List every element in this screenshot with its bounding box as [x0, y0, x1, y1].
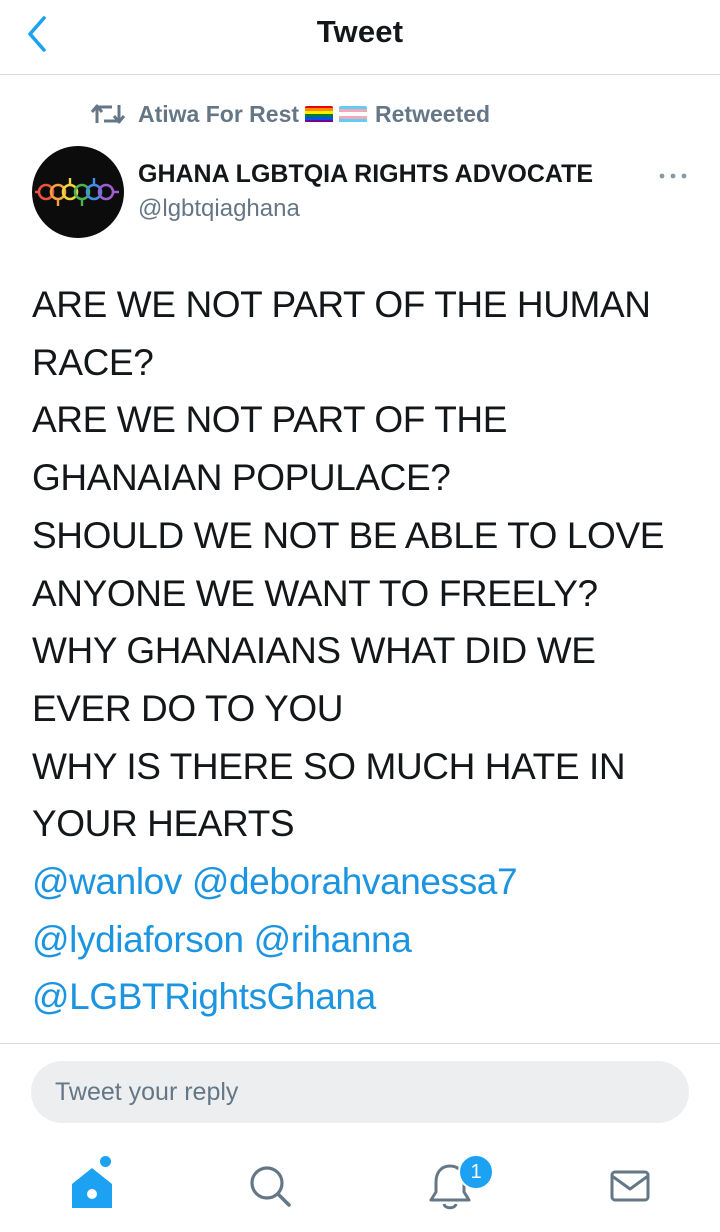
- search-icon: [250, 1166, 291, 1207]
- home-icon: [72, 1168, 112, 1208]
- mention-link-lydiaforson[interactable]: @lydiaforson: [32, 919, 244, 960]
- author-handle[interactable]: @lgbtqiaghana: [138, 195, 300, 223]
- more-options-button[interactable]: [656, 166, 690, 186]
- bottom-tab-bar: [0, 1140, 720, 1232]
- tweet-line: RACE?: [32, 341, 154, 383]
- avatar-linked-gender-symbols-icon: [35, 178, 119, 206]
- tweet-line: GHANAIAN POPULACE?: [32, 457, 451, 499]
- rainbow-flag-icon: [305, 105, 334, 123]
- tab-home[interactable]: [60, 1154, 124, 1218]
- mentions-line: @LGBTRightsGhana: [32, 968, 692, 1026]
- header-bar: Tweet: [0, 0, 720, 75]
- more-horizontal-icon: [659, 173, 687, 179]
- tweet-text: ARE WE NOT PART OF THE HUMAN RACE? ARE W…: [32, 276, 692, 1026]
- tweet-line: WHY IS THERE SO MUCH HATE IN: [32, 745, 626, 787]
- mention-link-deborahvanessa7[interactable]: @deborahvanessa7: [192, 861, 518, 902]
- tweet-line: SHOULD WE NOT BE ABLE TO LOVE: [32, 514, 664, 556]
- tweet-line: ARE WE NOT PART OF THE: [32, 399, 508, 441]
- mail-icon: [610, 1170, 650, 1202]
- home-new-content-dot: [100, 1156, 111, 1167]
- notifications-badge: 1: [458, 1154, 494, 1190]
- reply-input[interactable]: [31, 1061, 689, 1123]
- tweet-line: EVER DO TO YOU: [32, 687, 344, 729]
- mention-link-wanlov[interactable]: @wanlov: [32, 861, 182, 902]
- author-name[interactable]: GHANA LGBTQIA RIGHTS ADVOCATE: [138, 160, 593, 189]
- mentions-line: @wanlov @deborahvanessa7: [32, 853, 692, 911]
- retweeted-label: Retweeted: [375, 100, 491, 127]
- divider: [0, 1043, 720, 1044]
- avatar[interactable]: [32, 146, 124, 238]
- tweet-line: WHY GHANAIANS WHAT DID WE: [32, 630, 596, 672]
- retweeted-by-row[interactable]: Atiwa For Rest Retweeted: [90, 98, 490, 130]
- retweet-icon: [90, 104, 126, 124]
- tab-search[interactable]: [238, 1154, 302, 1218]
- tab-messages[interactable]: [598, 1154, 662, 1218]
- tweet-line: ARE WE NOT PART OF THE HUMAN: [32, 284, 651, 325]
- retweeter-name: Atiwa For Rest: [138, 100, 300, 127]
- mention-link-rihanna[interactable]: @rihanna: [254, 919, 412, 960]
- tweet-line: ANYONE WE WANT TO FREELY?: [32, 572, 598, 614]
- transgender-flag-icon: [339, 105, 368, 123]
- page-title: Tweet: [316, 14, 404, 49]
- mentions-line: @lydiaforson @rihanna: [32, 911, 692, 969]
- tweet-line: YOUR HEARTS: [32, 803, 295, 845]
- mention-link-lgbtrightsghana[interactable]: @LGBTRightsGhana: [32, 976, 376, 1017]
